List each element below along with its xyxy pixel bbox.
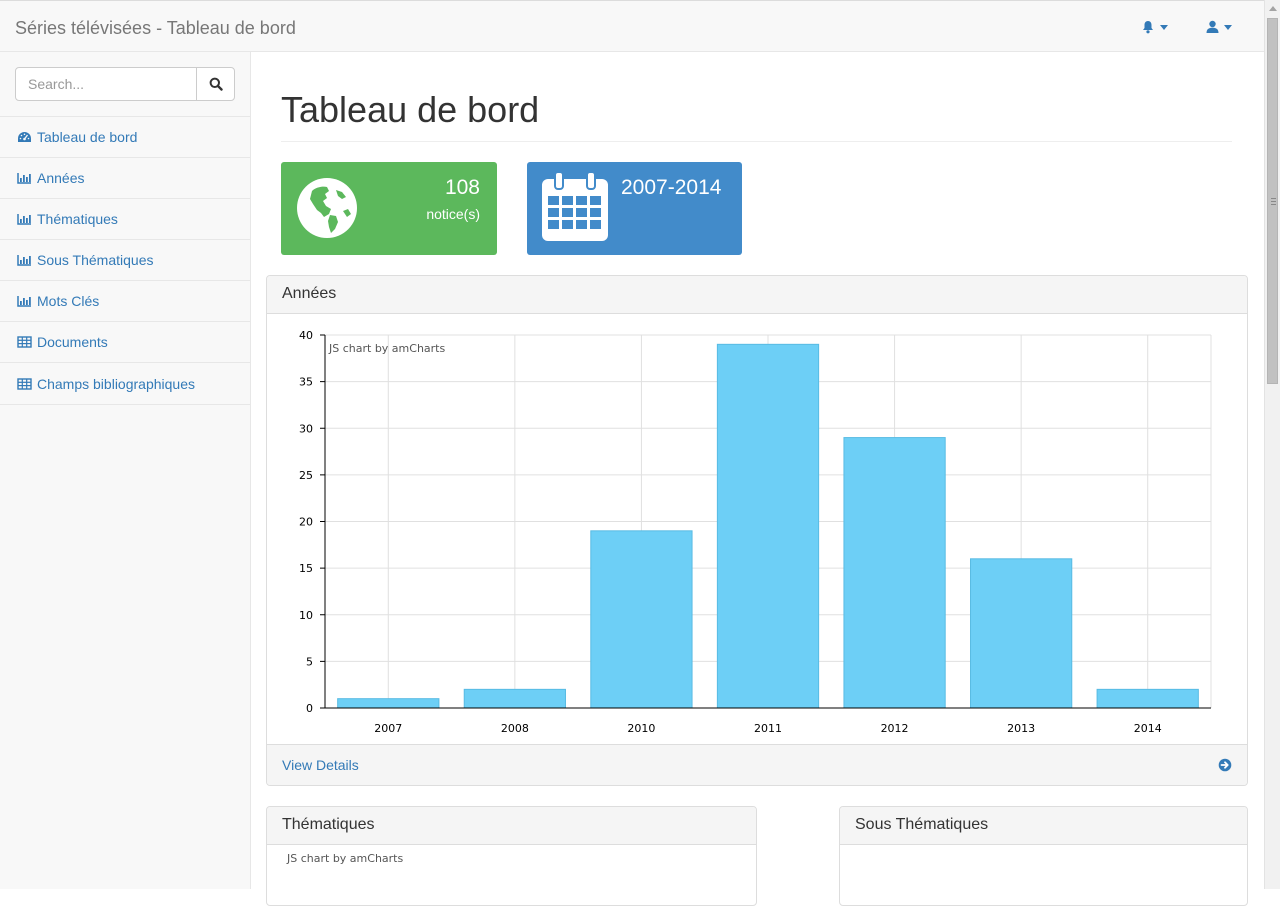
- caret-down-icon: [1224, 24, 1232, 30]
- sidebar-item-mots-cles[interactable]: Mots Clés: [0, 281, 250, 322]
- x-tick-label: 2010: [627, 722, 655, 735]
- bar-chart-icon: [17, 254, 32, 266]
- bar-2014: [1096, 688, 1199, 709]
- sidebar-item-label: Années: [37, 170, 85, 186]
- chart-credit[interactable]: JS chart by amCharts: [287, 852, 403, 865]
- sidebar-item-sous-thematiques[interactable]: Sous Thématiques: [0, 240, 250, 281]
- sidebar-item-annees[interactable]: Années: [0, 158, 250, 199]
- sidebar-item-label: Documents: [37, 334, 108, 350]
- y-tick-label: 20: [299, 516, 313, 529]
- stat-notices-box[interactable]: 108 notice(s): [281, 162, 497, 255]
- x-tick-label: 2014: [1134, 722, 1162, 735]
- sidebar-item-thematiques[interactable]: Thématiques: [0, 199, 250, 240]
- bar-chart-icon: [17, 213, 32, 225]
- bar-2008: [463, 688, 566, 709]
- search-input[interactable]: [15, 67, 197, 101]
- bar-2010: [590, 530, 693, 709]
- page-title: Tableau de bord: [281, 89, 540, 130]
- x-tick-label: 2008: [501, 722, 529, 735]
- calendar-icon: [542, 171, 608, 241]
- sous-thematiques-panel: Sous Thématiques: [839, 806, 1248, 906]
- sidebar-item-label: Mots Clés: [37, 293, 100, 309]
- annees-panel-title: Années: [267, 276, 1247, 314]
- sidebar-item-label: Thématiques: [37, 211, 118, 227]
- bar-2013: [970, 558, 1073, 709]
- sidebar-item-tableau-de-bord[interactable]: Tableau de bord: [0, 117, 250, 158]
- stat-years-box[interactable]: 2007-2014: [527, 162, 742, 255]
- sidebar-item-champs-bibliographiques[interactable]: Champs bibliographiques: [0, 363, 250, 405]
- bar-2007: [337, 698, 440, 709]
- sidebar-item-documents[interactable]: Documents: [0, 322, 250, 363]
- dashboard-icon: [17, 131, 32, 143]
- scroll-up-arrow-icon[interactable]: [1269, 5, 1277, 11]
- search-button[interactable]: [196, 67, 235, 101]
- x-tick-label: 2007: [374, 722, 402, 735]
- y-tick-label: 35: [299, 376, 313, 389]
- y-tick-label: 30: [299, 422, 313, 435]
- sidebar-item-label: Tableau de bord: [37, 129, 138, 145]
- search-icon: [209, 77, 223, 91]
- y-tick-label: 0: [306, 702, 313, 715]
- bar-chart-icon: [17, 172, 32, 184]
- thematiques-panel-title: Thématiques: [267, 807, 756, 845]
- bar-chart-icon: [17, 295, 32, 307]
- sidebar-item-label: Champs bibliographiques: [37, 375, 195, 392]
- annees-bar-chart: 0 5 10 15 20 25 30 35 40 2007 2008 2010 2011 2012 2013…: [299, 329, 1212, 735]
- bar-2011: [716, 343, 820, 709]
- stat-years-value: 2007-2014: [621, 176, 722, 199]
- thematiques-panel: Thématiques JS chart by amCharts: [266, 806, 757, 906]
- y-tick-label: 5: [306, 655, 313, 668]
- y-tick-label: 25: [299, 469, 313, 482]
- sous-thematiques-panel-title: Sous Thématiques: [840, 807, 1247, 845]
- view-details-link[interactable]: View Details: [267, 744, 1247, 785]
- notifications-dropdown[interactable]: [1141, 19, 1168, 35]
- top-navbar: Séries télévisées - Tableau de bord: [0, 0, 1264, 52]
- view-details-label: View Details: [282, 757, 359, 773]
- chart-credit[interactable]: JS chart by amCharts: [328, 342, 445, 355]
- title-divider: [281, 141, 1232, 142]
- bar-2012: [843, 437, 946, 709]
- caret-down-icon: [1160, 24, 1168, 30]
- user-dropdown[interactable]: [1206, 19, 1232, 35]
- sidebar-item-label: Sous Thématiques: [37, 252, 154, 268]
- x-tick-label: 2013: [1007, 722, 1035, 735]
- table-icon: [17, 336, 32, 348]
- app-brand[interactable]: Séries télévisées - Tableau de bord: [15, 18, 296, 39]
- sidebar: Tableau de bord Années Thématiques Sous …: [0, 52, 251, 889]
- stat-notices-value: 108: [444, 176, 480, 199]
- globe-icon: [297, 178, 357, 238]
- scroll-thumb[interactable]: [1267, 18, 1278, 384]
- stat-notices-label: notice(s): [426, 206, 480, 222]
- user-icon: [1206, 20, 1219, 33]
- y-tick-label: 40: [299, 329, 313, 342]
- x-tick-label: 2011: [754, 722, 782, 735]
- y-tick-label: 15: [299, 562, 313, 575]
- x-tick-label: 2012: [881, 722, 909, 735]
- sidebar-search: [0, 52, 250, 117]
- y-tick-label: 10: [299, 609, 313, 622]
- page-scrollbar[interactable]: [1264, 0, 1280, 889]
- annees-panel: Années 0 5 10 15 20 25 30 35 40 2007 2008 2010 2011 2…: [266, 275, 1248, 786]
- table-icon: [17, 377, 32, 390]
- bell-icon: [1143, 21, 1153, 34]
- arrow-circle-right-icon: [1218, 758, 1232, 772]
